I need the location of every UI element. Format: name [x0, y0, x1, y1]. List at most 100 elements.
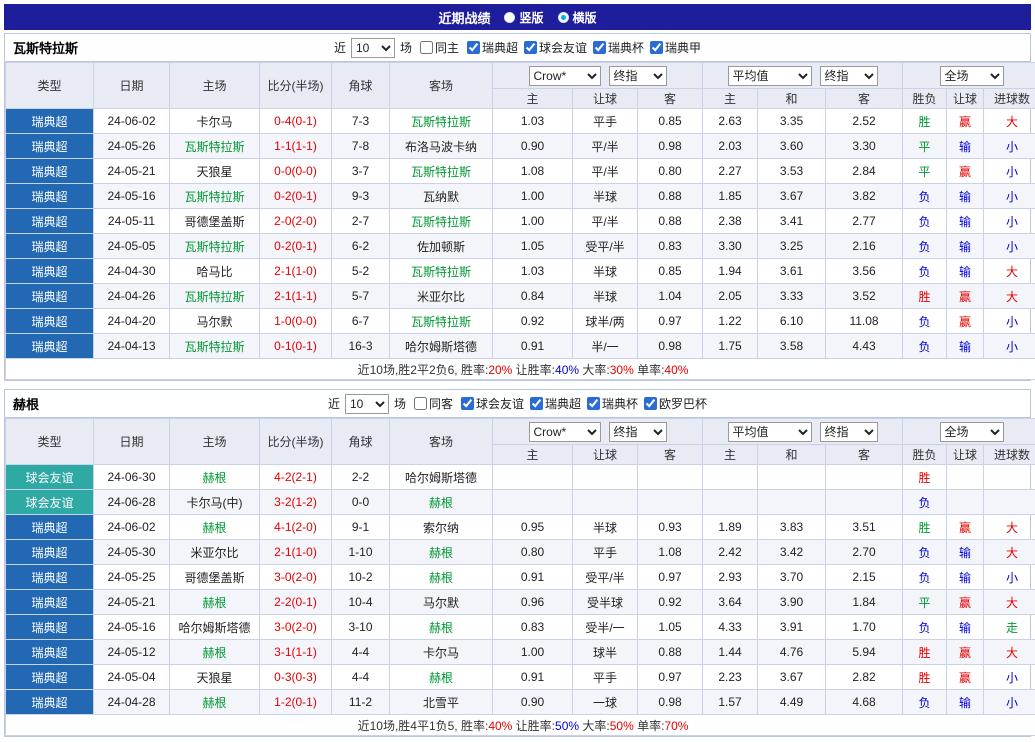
- cell-asian-away-odds: 0.88: [638, 209, 703, 234]
- match-row: 瑞典超24-05-21天狼星0-0(0-0)3-7瓦斯特拉斯1.08平/半0.8…: [6, 159, 1035, 184]
- cell-corners: 6-7: [332, 309, 390, 334]
- cell-result: 胜: [903, 284, 947, 309]
- cell-away-team: 赫根: [390, 540, 493, 565]
- cell-home-team: 卡尔马: [170, 109, 260, 134]
- cell-asian-home-odds: 0.84: [493, 284, 573, 309]
- cell-euro-draw-odds: 3.91: [758, 615, 826, 640]
- cell-euro-away-odds: 2.16: [826, 234, 903, 259]
- cell-away-team: 赫根: [390, 490, 493, 515]
- cell-date: 24-06-28: [94, 490, 170, 515]
- cell-euro-draw-odds: 3.58: [758, 334, 826, 359]
- league-filter[interactable]: 瑞典甲: [644, 39, 701, 56]
- result-scope-select[interactable]: 全场: [940, 66, 1004, 86]
- cell-euro-draw-odds: 4.76: [758, 640, 826, 665]
- cell-euro-home-odds: 1.89: [703, 515, 758, 540]
- layout-option-horizontal[interactable]: 横版: [558, 9, 597, 26]
- match-count-select[interactable]: 10: [345, 394, 389, 414]
- same-side-filter[interactable]: 同主: [414, 39, 459, 56]
- cell-asian-handicap: 半球: [573, 259, 638, 284]
- league-filter[interactable]: 欧罗巴杯: [638, 395, 707, 412]
- asian-odds-stage-select[interactable]: 终指: [609, 66, 667, 86]
- cell-euro-away-odds: 2.82: [826, 665, 903, 690]
- cell-asian-home-odds: 1.00: [493, 209, 573, 234]
- asian-odds-provider-select[interactable]: Crow*: [529, 66, 601, 86]
- cell-euro-away-odds: 1.84: [826, 590, 903, 615]
- league-filter-checkbox[interactable]: [461, 397, 474, 410]
- result-scope-select[interactable]: 全场: [940, 422, 1004, 442]
- cell-asian-handicap: 受半/一: [573, 615, 638, 640]
- cell-asian-away-odds: 0.85: [638, 259, 703, 284]
- cell-result: 胜: [903, 665, 947, 690]
- cell-handicap-result: 输: [947, 690, 984, 715]
- match-row: 瑞典超24-06-02卡尔马0-4(0-1)7-3瓦斯特拉斯1.03平手0.85…: [6, 109, 1035, 134]
- radio-vertical-icon[interactable]: [504, 12, 515, 23]
- summary-segment: 近10场,胜4平1负5, 胜率:: [358, 719, 489, 733]
- cell-result: 负: [903, 565, 947, 590]
- league-filter[interactable]: 瑞典超: [461, 39, 518, 56]
- cell-asian-home-odds: 0.83: [493, 615, 573, 640]
- cell-away-team: 米亚尔比: [390, 284, 493, 309]
- subcol-euro-home: 主: [703, 445, 758, 465]
- cell-euro-home-odds: 1.75: [703, 334, 758, 359]
- cell-result: 负: [903, 690, 947, 715]
- cell-date: 24-04-30: [94, 259, 170, 284]
- league-filter-checkbox[interactable]: [530, 397, 543, 410]
- league-filter-checkbox[interactable]: [467, 41, 480, 54]
- summary-segment: 让胜率:: [512, 719, 555, 733]
- league-filter[interactable]: 球会友谊: [518, 39, 587, 56]
- league-filter[interactable]: 球会友谊: [455, 395, 524, 412]
- same-side-checkbox[interactable]: [414, 397, 427, 410]
- summary-segment: 30%: [610, 363, 634, 377]
- euro-odds-provider-select[interactable]: 平均值: [728, 66, 812, 86]
- radio-horizontal-icon[interactable]: [558, 12, 569, 23]
- euro-odds-stage-select[interactable]: 终指: [820, 422, 878, 442]
- cell-handicap-result: 赢: [947, 159, 984, 184]
- league-filter-checkbox[interactable]: [524, 41, 537, 54]
- cell-handicap-result: [947, 465, 984, 490]
- cell-euro-home-odds: 3.64: [703, 590, 758, 615]
- cell-euro-draw-odds: [758, 490, 826, 515]
- same-side-checkbox[interactable]: [420, 41, 433, 54]
- filter-controls: 近 10 场 同主 瑞典超球会友谊瑞典杯瑞典甲: [334, 38, 701, 58]
- cell-asian-away-odds: 0.98: [638, 690, 703, 715]
- cell-away-team: 布洛马波卡纳: [390, 134, 493, 159]
- result-scope-header: 全场: [903, 63, 1035, 89]
- euro-odds-provider-select[interactable]: 平均值: [728, 422, 812, 442]
- euro-odds-stage-select[interactable]: 终指: [820, 66, 878, 86]
- cell-goals-result: [984, 465, 1035, 490]
- table-filterbar: 瓦斯特拉斯 近 10 场 同主 瑞典超球会友谊瑞典杯瑞典甲: [5, 34, 1030, 62]
- league-filter-checkbox[interactable]: [644, 397, 657, 410]
- cell-home-team: 赫根: [170, 690, 260, 715]
- match-row: 瑞典超24-05-21赫根2-2(0-1)10-4马尔默0.96受半球0.923…: [6, 590, 1035, 615]
- league-filter[interactable]: 瑞典杯: [581, 395, 638, 412]
- cell-result: 负: [903, 490, 947, 515]
- cell-away-team: 哈尔姆斯塔德: [390, 334, 493, 359]
- cell-date: 24-05-21: [94, 590, 170, 615]
- cell-date: 24-06-02: [94, 109, 170, 134]
- same-side-filter[interactable]: 同客: [408, 395, 453, 412]
- league-filter-checkbox[interactable]: [593, 41, 606, 54]
- subcol-result: 胜负: [903, 445, 947, 465]
- cell-asian-handicap: 球半/两: [573, 309, 638, 334]
- cell-result: 平: [903, 590, 947, 615]
- subcol-euro-draw: 和: [758, 445, 826, 465]
- asian-odds-stage-select[interactable]: 终指: [609, 422, 667, 442]
- cell-date: 24-05-05: [94, 234, 170, 259]
- cell-result: 平: [903, 159, 947, 184]
- league-filter[interactable]: 瑞典超: [524, 395, 581, 412]
- cell-euro-away-odds: 5.94: [826, 640, 903, 665]
- cell-home-team: 哥德堡盖斯: [170, 209, 260, 234]
- asian-odds-provider-select[interactable]: Crow*: [529, 422, 601, 442]
- cell-euro-home-odds: 4.33: [703, 615, 758, 640]
- cell-asian-handicap: 半/一: [573, 334, 638, 359]
- cell-asian-home-odds: 0.91: [493, 665, 573, 690]
- layout-option-vertical[interactable]: 竖版: [504, 9, 543, 26]
- cell-euro-away-odds: 2.84: [826, 159, 903, 184]
- asian-odds-header: Crow* 终指: [493, 63, 703, 89]
- league-filter[interactable]: 瑞典杯: [587, 39, 644, 56]
- league-filter-checkbox[interactable]: [650, 41, 663, 54]
- match-row: 瑞典超24-05-30米亚尔比2-1(1-0)1-10赫根0.80平手1.082…: [6, 540, 1035, 565]
- match-row: 瑞典超24-04-20马尔默1-0(0-0)6-7瓦斯特拉斯0.92球半/两0.…: [6, 309, 1035, 334]
- match-count-select[interactable]: 10: [351, 38, 395, 58]
- league-filter-checkbox[interactable]: [587, 397, 600, 410]
